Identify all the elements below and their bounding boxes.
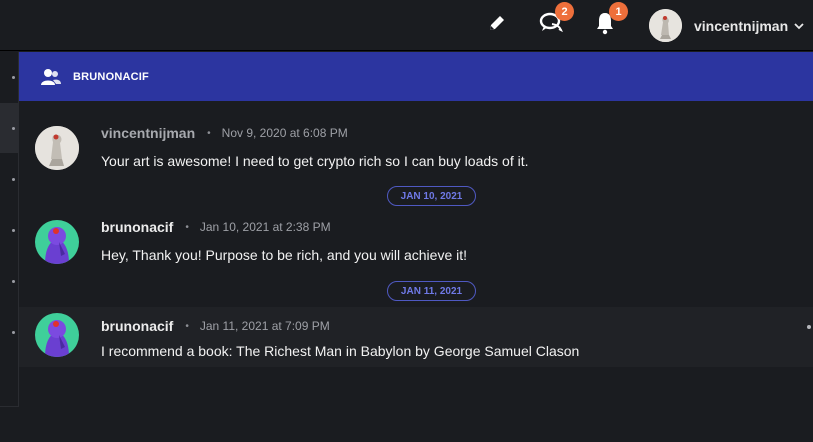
avatar[interactable] xyxy=(35,126,79,170)
user-menu[interactable]: vincentnijman xyxy=(649,9,804,42)
chat-icon[interactable]: 2 xyxy=(538,2,574,36)
avatar[interactable] xyxy=(35,313,79,357)
message-timestamp: Nov 9, 2020 at 6:08 PM xyxy=(221,126,348,140)
message-text: I recommend a book: The Richest Man in B… xyxy=(101,343,580,359)
bell-icon[interactable]: 1 xyxy=(592,2,628,36)
message: brunonacif • Jan 10, 2021 at 2:38 PM Hey… xyxy=(19,219,813,279)
conversation-item[interactable] xyxy=(0,205,19,255)
conversation-item[interactable] xyxy=(0,154,19,204)
conversation-header: BRUNONACIF xyxy=(19,52,813,101)
message-author[interactable]: brunonacif xyxy=(101,318,173,334)
date-divider: JAN 11, 2021 xyxy=(387,281,476,301)
chevron-down-icon xyxy=(794,17,804,35)
conversation-list xyxy=(0,52,19,407)
user-group-icon xyxy=(40,68,62,86)
conversation-item[interactable] xyxy=(0,256,19,306)
message-timestamp: Jan 10, 2021 at 2:38 PM xyxy=(199,220,331,234)
message-timestamp: Jan 11, 2021 at 7:09 PM xyxy=(199,319,330,333)
conversation-item[interactable] xyxy=(0,307,19,357)
divider xyxy=(0,406,19,407)
message-author[interactable]: vincentnijman xyxy=(101,125,195,141)
notification-badge: 1 xyxy=(609,2,628,21)
message: vincentnijman • Nov 9, 2020 at 6:08 PM Y… xyxy=(19,125,813,185)
message-author[interactable]: brunonacif xyxy=(101,219,173,235)
message: brunonacif • Jan 11, 2021 at 7:09 PM I r… xyxy=(19,307,813,367)
more-options-icon[interactable] xyxy=(807,325,811,329)
conversation-title: BRUNONACIF xyxy=(73,70,149,83)
conversation-item-active[interactable] xyxy=(0,103,19,153)
avatar[interactable] xyxy=(35,220,79,264)
conversation-item[interactable] xyxy=(0,52,19,102)
username: vincentnijman xyxy=(694,17,789,34)
avatar xyxy=(649,9,682,42)
pencil-icon[interactable] xyxy=(484,10,510,36)
message-list: vincentnijman • Nov 9, 2020 at 6:08 PM Y… xyxy=(19,101,813,442)
message-text: Hey, Thank you! Purpose to be rich, and … xyxy=(101,247,468,263)
top-bar: 2 1 vincentnijman xyxy=(0,0,813,51)
chat-badge: 2 xyxy=(555,2,574,21)
date-divider: JAN 10, 2021 xyxy=(387,186,476,206)
message-text: Your art is awesome! I need to get crypt… xyxy=(101,153,529,169)
